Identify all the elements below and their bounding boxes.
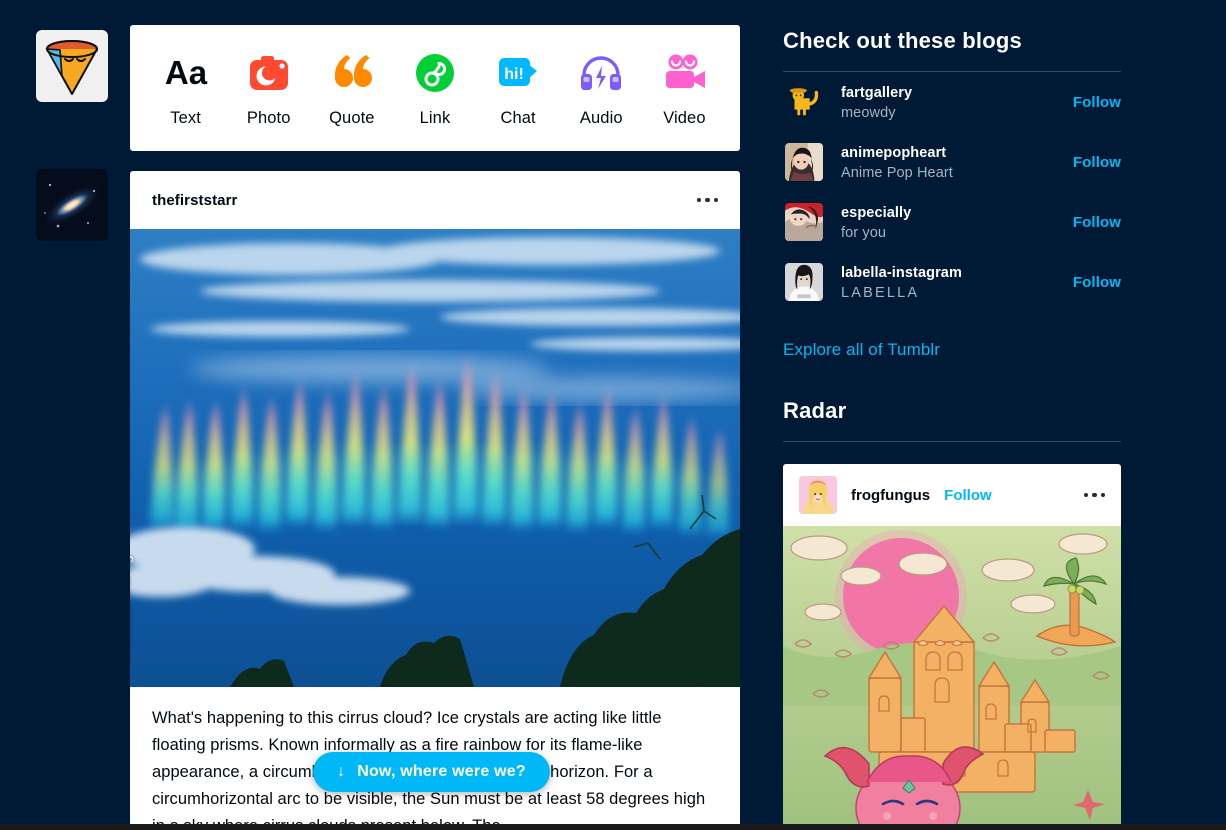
blog-title: meowdy [841,104,896,121]
blog-name[interactable]: labella-instagram [841,265,962,281]
blog-name[interactable]: fartgallery [841,85,912,101]
photo-watermark: © Christa Harbig [130,554,134,663]
compose-video-label: Video [663,109,706,127]
resume-scroll-label: Now, where were we? [357,763,526,780]
follow-button[interactable]: Follow [1073,154,1121,171]
radar-heading: Radar [783,398,847,423]
blog-title: LABELLA [841,284,920,301]
link-chain-icon [413,48,457,98]
post-blog-name[interactable]: thefirststarr [152,192,238,209]
blog-name[interactable]: especially [841,205,911,221]
yellow-cat-avatar[interactable] [785,83,823,121]
arrow-down-icon: ↓ [337,763,346,780]
list-item[interactable]: labella-instagram LABELLA Follow [783,252,1121,312]
follow-button[interactable]: Follow [1073,214,1121,231]
radar-blog-name[interactable]: frogfungus [851,487,930,504]
headphones-icon [578,48,624,98]
blonde-illustration [799,476,837,514]
compose-chat-label: Chat [500,109,536,127]
red-collage-avatar[interactable] [785,203,823,241]
compose-chat-button[interactable]: hi! Chat [479,48,557,128]
compose-photo-button[interactable]: Photo [230,48,308,128]
follow-button[interactable]: Follow [1073,94,1121,111]
anime-portrait [785,143,823,181]
blog-info: animepopheart Anime Pop Heart [841,144,1073,181]
blog-title: Anime Pop Heart [841,164,953,181]
blog-info: especially for you [841,204,1073,241]
cat-illustration [785,83,823,121]
radar-post-image[interactable] [783,526,1121,826]
radar-post-header: frogfungus Follow [783,464,1121,526]
sandcastle-illustration [783,526,1121,826]
post-composer: Aa Text Photo Quote Link hi! Chat Audio … [130,25,740,151]
compose-video-button[interactable]: Video [645,48,723,128]
portrait-avatar[interactable] [785,263,823,301]
quote-marks-icon [329,48,375,98]
list-item[interactable]: animepopheart Anime Pop Heart Follow [783,132,1121,192]
resume-scroll-button[interactable]: ↓ Now, where were we? [313,752,550,792]
tumblr-dashboard: Aa Text Photo Quote Link hi! Chat Audio … [0,0,1226,830]
post-more-options-icon[interactable] [696,197,718,203]
compose-audio-label: Audio [579,109,623,127]
camera-icon [247,48,291,98]
blog-name[interactable]: animepopheart [841,145,946,161]
galaxy-image [36,169,108,241]
list-item[interactable]: fartgallery meowdy Follow [783,72,1121,132]
svg-text:Aa: Aa [164,55,207,91]
divider [783,441,1121,442]
compose-quote-label: Quote [329,109,375,127]
explore-all-tumblr-link[interactable]: Explore all of Tumblr [783,340,1121,360]
radar-post-card: frogfungus Follow [783,464,1121,826]
account-avatar[interactable] [36,30,108,102]
post-image[interactable]: © Christa Harbig [130,229,740,687]
radar-more-options-icon[interactable] [1083,492,1105,498]
compose-link-label: Link [419,109,451,127]
collage-portrait [785,203,823,241]
compose-link-button[interactable]: Link [396,48,474,128]
compose-text-button[interactable]: Aa Text [147,48,225,128]
radar-follow-button[interactable]: Follow [944,487,992,504]
text-aa-icon: Aa [161,48,211,98]
post-header: thefirststarr [130,171,740,229]
video-camera-icon [661,48,707,98]
galaxy-avatar[interactable] [36,169,108,241]
post-card: thefirststarr Christa Harbig What's happ… [130,171,740,830]
blog-info: labella-instagram LABELLA [841,264,1073,301]
list-item[interactable]: especially for you Follow [783,192,1121,252]
fire-rainbow-photo [130,229,740,687]
compose-text-label: Text [170,109,201,127]
cone-character-avatar [45,40,98,95]
follow-button[interactable]: Follow [1073,274,1121,291]
left-rail [0,0,130,830]
anime-girl-avatar[interactable] [785,143,823,181]
right-sidebar: Check out these blogs fartgallery meowdy [783,28,1121,826]
blog-title: for you [841,224,887,241]
compose-audio-button[interactable]: Audio [562,48,640,128]
blog-info: fartgallery meowdy [841,84,1073,121]
main-column: Aa Text Photo Quote Link hi! Chat Audio … [130,25,740,830]
chat-bubble-icon: hi! [495,48,541,98]
compose-quote-button[interactable]: Quote [313,48,391,128]
bottom-bar [0,824,1226,830]
compose-photo-label: Photo [246,109,291,127]
svg-text:hi!: hi! [504,66,524,83]
bw-portrait [785,263,823,301]
check-out-blogs-heading: Check out these blogs [783,28,1022,53]
blonde-character-avatar[interactable] [799,476,837,514]
